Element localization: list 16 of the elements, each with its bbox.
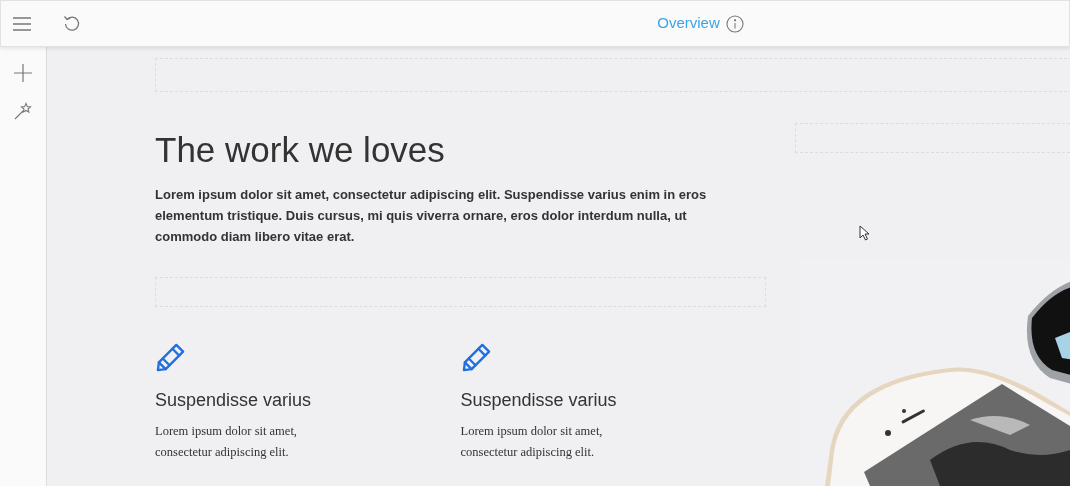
undo-icon — [63, 14, 81, 33]
plus-icon — [14, 64, 32, 82]
page-title: Overview — [657, 13, 720, 34]
pencil-icon — [460, 342, 492, 373]
feature-text: Lorem ipsum dolor sit amet, consectetur adipiscing elit. — [460, 423, 604, 461]
feature-title: Suspendisse varius — [155, 389, 313, 412]
magic-wand-icon — [14, 102, 32, 120]
feature-title: Suspendisse varius — [460, 389, 618, 412]
pointer-icon — [859, 225, 870, 241]
intro-paragraph: Lorem ipsum dolor sit amet, consectetur adipiscing elit. Suspendisse varius enim in eros elementum tristique. Duis cursus, mi quis viverra ornare, eros dolor interdum nulla, ut commodo diam libero vitae erat. — [155, 186, 708, 246]
pencil-icon — [155, 342, 186, 373]
feature-text: Lorem ipsum dolor sit amet, consectetur adipiscing elit. — [155, 423, 298, 461]
menu-icon — [13, 16, 31, 31]
info-icon[interactable] — [725, 14, 744, 33]
add-button[interactable] — [11, 61, 35, 85]
section-heading: The work we loves — [155, 129, 446, 171]
